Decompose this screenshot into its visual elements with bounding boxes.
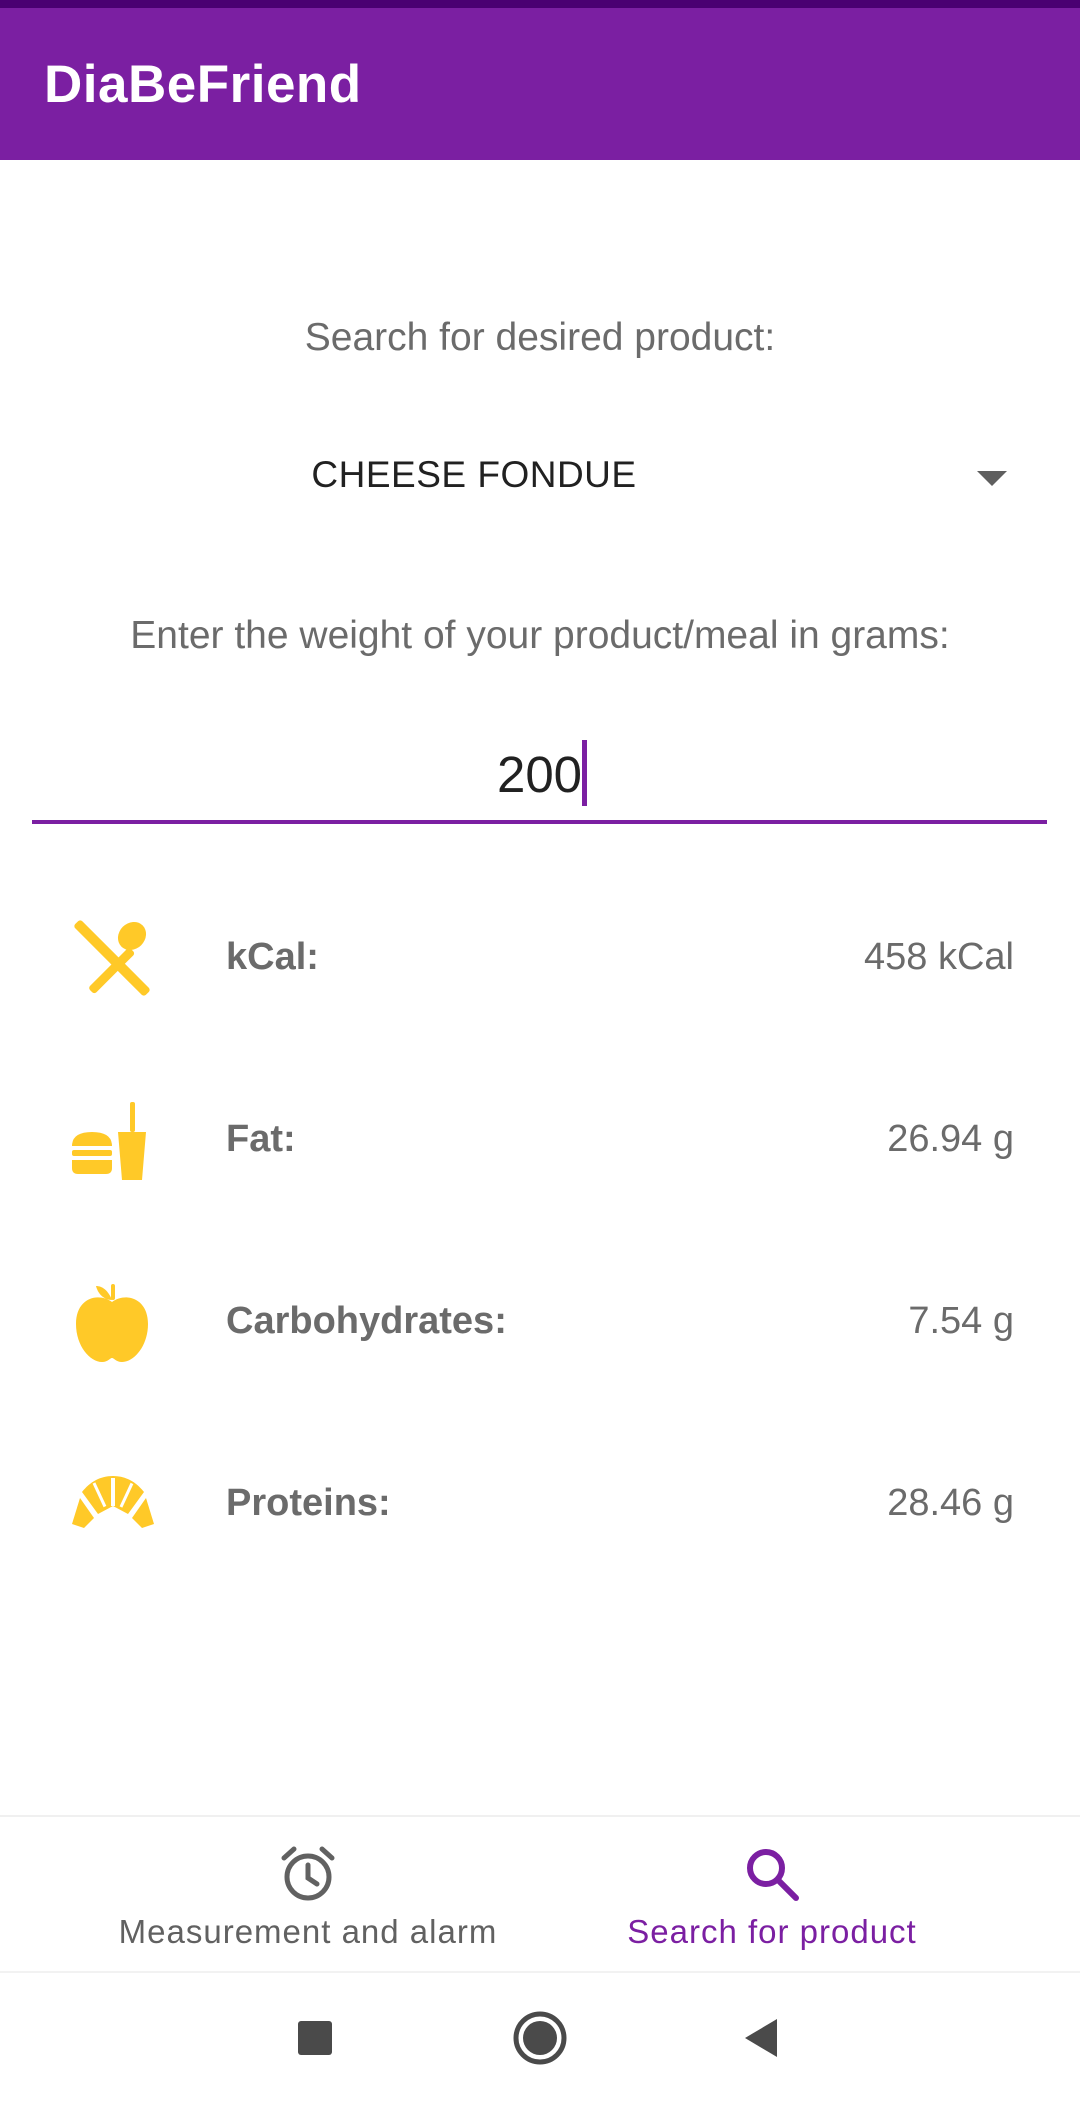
bottom-navigation: Measurement and alarm Search for product bbox=[0, 1815, 1080, 1971]
nav-label: Search for product bbox=[627, 1913, 917, 1950]
nav-item-measurement-alarm[interactable]: Measurement and alarm bbox=[38, 1817, 578, 1973]
nutrient-row-carbohydrates: Carbohydrates: 7.54 g bbox=[0, 1267, 1080, 1377]
fork-spoon-icon bbox=[74, 920, 150, 996]
croissant-icon bbox=[72, 1476, 154, 1528]
app-title: DiaBeFriend bbox=[44, 55, 362, 114]
back-triangle-icon[interactable] bbox=[725, 2003, 795, 2073]
nutrient-label: Carbohydrates: bbox=[226, 1300, 507, 1342]
nutrient-value: 28.46 g bbox=[887, 1482, 1014, 1524]
nutrient-row-fat: Fat: 26.94 g bbox=[0, 1085, 1080, 1195]
burger-drink-icon bbox=[72, 1102, 146, 1180]
nutrient-label: Proteins: bbox=[226, 1482, 391, 1524]
weight-input[interactable] bbox=[32, 728, 1047, 824]
home-circle-icon[interactable] bbox=[505, 2003, 575, 2073]
nav-label: Measurement and alarm bbox=[118, 1913, 498, 1950]
nutrient-label: Fat: bbox=[226, 1118, 296, 1160]
nutrient-row-kcal: kCal: 458 kCal bbox=[0, 903, 1080, 1013]
text-cursor bbox=[582, 740, 587, 806]
weight-label: Enter the weight of your product/meal in… bbox=[130, 614, 950, 657]
alarm-clock-icon bbox=[281, 1846, 335, 1901]
dropdown-arrow-icon[interactable] bbox=[977, 471, 1007, 486]
nutrient-label: kCal: bbox=[226, 936, 319, 978]
product-dropdown[interactable]: CHEESE FONDUE bbox=[0, 448, 1080, 508]
nutrient-value: 7.54 g bbox=[908, 1300, 1014, 1342]
selected-product: CHEESE FONDUE bbox=[311, 454, 637, 495]
system-navigation-bar bbox=[0, 1971, 1080, 2101]
status-bar bbox=[0, 0, 1080, 8]
apple-icon bbox=[76, 1284, 148, 1362]
search-icon bbox=[747, 1849, 799, 1901]
recents-square-icon[interactable] bbox=[280, 2003, 350, 2073]
app-bar: DiaBeFriend bbox=[0, 8, 1080, 160]
nav-item-search-product[interactable]: Search for product bbox=[502, 1817, 1042, 1973]
nutrient-row-proteins: Proteins: 28.46 g bbox=[0, 1449, 1080, 1559]
nutrient-value: 458 kCal bbox=[864, 936, 1014, 978]
search-product-label: Search for desired product: bbox=[304, 316, 776, 359]
nutrient-value: 26.94 g bbox=[887, 1118, 1014, 1160]
